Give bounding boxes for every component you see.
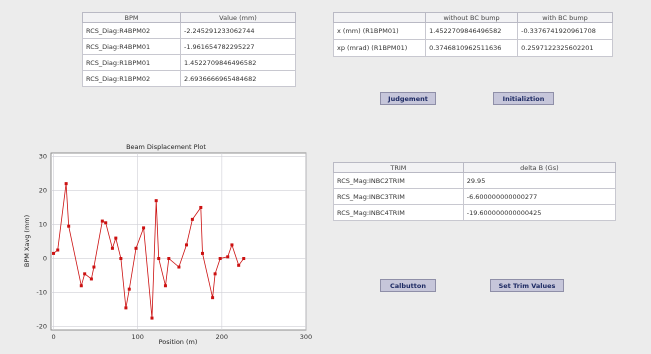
data-point [213,272,217,276]
data-point [64,182,68,186]
data-point [157,257,161,261]
chart-title: Beam Displacement Plot [126,143,206,151]
data-point [56,248,60,252]
y-tick-label: 0 [43,255,47,263]
y-tick-label: 20 [39,186,47,194]
x-tick-label: 300 [300,333,312,341]
y-tick-label: 10 [39,220,47,228]
data-point [100,219,104,223]
data-point [134,246,138,250]
data-point [200,251,204,255]
data-point [92,265,96,269]
data-point [127,287,131,291]
data-point [119,257,123,261]
data-point [150,316,154,320]
data-point [114,236,118,240]
data-point [104,221,108,225]
x-tick-label: 0 [51,333,55,341]
data-point [242,257,246,261]
data-point [190,217,194,221]
data-point [226,255,230,259]
data-point [184,243,188,247]
data-point [110,246,114,250]
data-point [237,263,241,267]
y-axis-label: BPM Xavg (mm) [23,215,31,267]
data-point [199,205,203,209]
y-tick-label: -20 [36,323,47,331]
beam-displacement-chart: Beam Displacement Plot -20-1001020300 100… [23,143,312,346]
data-point [142,226,146,230]
data-point [218,257,222,261]
data-point [167,257,171,261]
data-point [67,224,71,228]
x-axis-label: Position (m) [159,338,198,346]
x-tick-label: 200 [216,333,228,341]
plot-frame [50,152,307,331]
data-point [124,306,128,310]
data-point [230,243,234,247]
data-point [154,199,158,203]
data-point [52,251,56,255]
data-point [211,296,215,300]
data-point [89,277,93,281]
data-point [177,265,181,269]
data-point [79,284,83,288]
y-tick-label: -10 [36,289,47,297]
data-point [83,272,87,276]
y-tick-label: 30 [39,152,47,160]
data-point [163,284,167,288]
x-tick-label: 100 [131,333,143,341]
